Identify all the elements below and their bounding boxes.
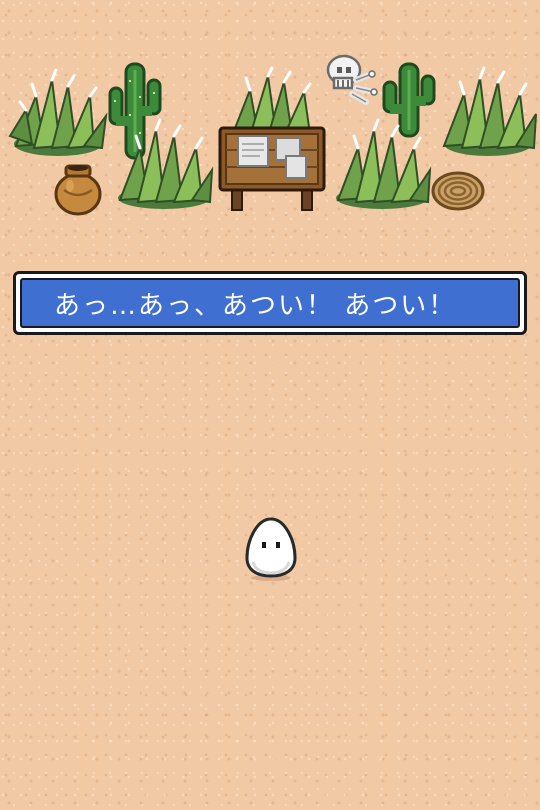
notice-board-icon[interactable]	[218, 124, 326, 212]
dialog-text: あっ…あっ、あつい！ あつい！	[54, 290, 457, 321]
dialog-panel: あっ…あっ、あつい！ あつい！	[20, 278, 520, 328]
grass-bush-icon	[112, 116, 216, 210]
grass-bush-icon	[436, 64, 540, 158]
egg-creature-icon[interactable]	[243, 516, 299, 582]
rope-coil-icon	[430, 170, 486, 212]
grass-bush-icon	[6, 66, 110, 158]
skull-bones-icon	[322, 52, 378, 106]
game-scene: あっ…あっ、あつい！ あつい！	[0, 0, 540, 810]
clay-pot-icon	[52, 160, 104, 216]
grass-bush-icon	[330, 118, 434, 210]
dialog-box[interactable]: あっ…あっ、あつい！ あつい！	[13, 271, 527, 335]
